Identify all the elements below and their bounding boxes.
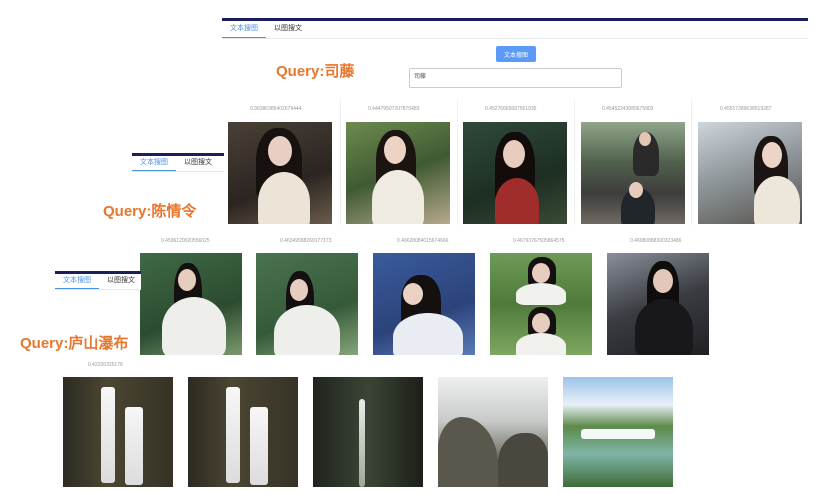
panel3-query-label: Query:庐山瀑布 bbox=[20, 335, 129, 352]
result-image[interactable] bbox=[563, 377, 673, 487]
image-face-shape bbox=[178, 269, 196, 291]
image-face-shape bbox=[629, 182, 643, 198]
result-image[interactable] bbox=[463, 122, 567, 224]
image-figure-shape bbox=[393, 313, 463, 355]
result-image[interactable] bbox=[581, 122, 685, 224]
panel2-tabbar: 文本搜图 以图搜文 bbox=[132, 153, 224, 172]
image-figure-shape bbox=[258, 172, 310, 224]
result-image[interactable] bbox=[490, 253, 592, 355]
panel1-query-label: Query:司藤 bbox=[276, 63, 355, 80]
panel1-score-5: 0.45517289638519287 bbox=[720, 106, 772, 112]
panel2-topline bbox=[132, 153, 224, 156]
panel1-tabbar: 文本搜图 以图搜文 bbox=[222, 18, 808, 39]
result-image[interactable] bbox=[188, 377, 298, 487]
panel1-score-1: 0.36386385402679444 bbox=[250, 106, 302, 112]
panel1-score-3: 0.45276665687561035 bbox=[485, 106, 537, 112]
image-waterfall-shape bbox=[226, 387, 240, 483]
image-face-shape bbox=[268, 136, 292, 166]
image-figure-shape bbox=[372, 170, 424, 224]
image-waterfall-shape bbox=[101, 387, 115, 483]
panel2-score-3: 0.46628084015674666 bbox=[397, 238, 449, 244]
image-face-shape bbox=[639, 132, 651, 146]
result-image[interactable] bbox=[228, 122, 332, 224]
panel3-tabbar: 文本搜图 以图搜文 bbox=[55, 271, 141, 290]
result-image[interactable] bbox=[373, 253, 475, 355]
result-image[interactable] bbox=[140, 253, 242, 355]
panel2-score-2: 0.46349588269177173 bbox=[280, 238, 332, 244]
image-waterfall-shape bbox=[125, 407, 143, 485]
panel2-query-label: Query:陈情令 bbox=[103, 203, 197, 220]
image-waterfall-shape bbox=[250, 407, 268, 485]
panel2-score-5: 0.46980888300323486 bbox=[630, 238, 682, 244]
panel3-score-1: 0.42326325178 bbox=[88, 362, 123, 368]
image-mountain-shape bbox=[438, 417, 498, 487]
result-image[interactable] bbox=[607, 253, 709, 355]
image-figure-shape bbox=[162, 297, 226, 355]
panel1-score-2: 0.44479507207870483 bbox=[368, 106, 420, 112]
image-waterfall-shape bbox=[581, 429, 655, 439]
result-image[interactable] bbox=[256, 253, 358, 355]
panel1-tab-text-search[interactable]: 文本搜图 bbox=[222, 18, 266, 38]
panel1-tab-image-search[interactable]: 以图搜文 bbox=[266, 18, 310, 38]
result-image[interactable] bbox=[698, 122, 802, 224]
result-image[interactable] bbox=[346, 122, 450, 224]
image-face-shape bbox=[653, 269, 673, 293]
image-face-shape bbox=[403, 283, 423, 305]
result-image[interactable] bbox=[63, 377, 173, 487]
image-face-shape bbox=[503, 140, 525, 168]
image-face-shape bbox=[290, 279, 308, 301]
image-face-shape bbox=[762, 142, 782, 168]
panel1-topline bbox=[222, 18, 808, 21]
image-face-shape bbox=[384, 136, 406, 164]
panel1-score-4: 0.45452243089675903 bbox=[602, 106, 654, 112]
image-face-shape bbox=[532, 263, 550, 283]
panel1-divider bbox=[457, 100, 458, 225]
image-waterfall-shape bbox=[359, 399, 365, 487]
image-figure-shape bbox=[274, 305, 340, 355]
result-image[interactable] bbox=[438, 377, 548, 487]
panel1-query-input[interactable]: 司藤 bbox=[409, 68, 622, 88]
panel1-divider bbox=[574, 100, 575, 225]
panel2-score-1: 0.4596120020556025 bbox=[161, 238, 210, 244]
image-figure-shape bbox=[516, 283, 566, 305]
panel1-divider bbox=[340, 100, 341, 225]
panel1-search-button[interactable]: 文本搜图 bbox=[496, 46, 536, 62]
image-face-shape bbox=[532, 313, 550, 333]
panel1-divider bbox=[691, 100, 692, 225]
image-figure-shape bbox=[495, 178, 539, 224]
result-image[interactable] bbox=[313, 377, 423, 487]
panel3-topline bbox=[55, 271, 141, 274]
panel2-score-4: 0.46793767505864575 bbox=[513, 238, 565, 244]
image-mountain-shape bbox=[498, 433, 548, 487]
image-figure-shape bbox=[754, 176, 800, 224]
image-figure-shape bbox=[516, 333, 566, 355]
image-figure-shape bbox=[635, 299, 693, 355]
